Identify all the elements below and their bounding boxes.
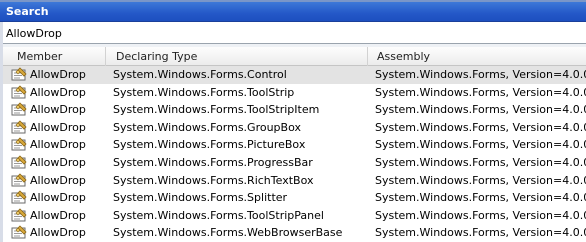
assembly-cell: System.Windows.Forms, Version=4.0.0.0, C [375, 103, 586, 117]
property-icon [11, 172, 28, 188]
result-row[interactable]: AllowDrop System.Windows.Forms.RichTextBo… [3, 172, 586, 190]
assembly-cell: System.Windows.Forms, Version=4.0.0.0, C [375, 155, 586, 169]
assembly-cell: System.Windows.Forms, Version=4.0.0.0, C [375, 191, 586, 205]
property-icon [11, 137, 28, 152]
member-cell: AllowDrop [30, 155, 86, 169]
member-cell: AllowDrop [30, 191, 86, 205]
declaring-type-cell: System.Windows.Forms.ToolStripPanel [113, 208, 324, 222]
assembly-cell: System.Windows.Forms, Version=4.0.0.0, C [375, 226, 586, 240]
assembly-cell: System.Windows.Forms, Version=4.0.0.0, C [375, 120, 586, 134]
property-icon [11, 85, 28, 100]
search-box[interactable] [3, 22, 586, 44]
member-cell: AllowDrop [30, 173, 86, 187]
declaring-type-cell: System.Windows.Forms.ToolStripItem [113, 103, 320, 117]
declaring-type-cell: System.Windows.Forms.RichTextBox [113, 173, 314, 187]
column-header-assembly[interactable]: Assembly [368, 47, 586, 66]
declaring-type-cell: System.Windows.Forms.ProgressBar [113, 155, 313, 169]
result-row[interactable]: AllowDrop System.Windows.Forms.WebBrowser… [3, 224, 586, 242]
declaring-type-cell: System.Windows.Forms.PictureBox [113, 138, 306, 152]
result-row[interactable]: AllowDrop System.Windows.Forms.ToolStripP… [3, 207, 586, 225]
property-icon [11, 208, 28, 223]
result-row[interactable]: AllowDrop System.Windows.Forms.Splitter Sy… [3, 189, 586, 207]
results-header: Member Declaring Type Assembly [3, 47, 586, 66]
assembly-cell: System.Windows.Forms, Version=4.0.0.0, C [375, 85, 586, 99]
property-icon [11, 67, 28, 82]
property-icon [11, 120, 28, 135]
member-cell: AllowDrop [30, 208, 86, 222]
assembly-cell: System.Windows.Forms, Version=4.0.0.0, C [375, 208, 586, 222]
property-icon [11, 225, 28, 240]
declaring-type-cell: System.Windows.Forms.WebBrowserBase [113, 226, 343, 240]
results-list: AllowDrop System.Windows.Forms.Control Sys… [3, 66, 586, 242]
member-cell: AllowDrop [30, 68, 86, 81]
result-row[interactable]: AllowDrop System.Windows.Forms.Control Sys… [3, 66, 586, 84]
property-icon [11, 155, 28, 170]
assembly-cell: System.Windows.Forms, Version=4.0.0.0, C [375, 68, 586, 81]
property-icon [11, 190, 28, 205]
column-header-member[interactable]: Member [3, 47, 106, 66]
result-row[interactable]: AllowDrop System.Windows.Forms.ProgressBa… [3, 154, 586, 172]
member-cell: AllowDrop [30, 138, 86, 152]
member-cell: AllowDrop [30, 85, 86, 99]
result-row[interactable]: AllowDrop System.Windows.Forms.ToolStrip S… [3, 84, 586, 102]
result-row[interactable]: AllowDrop System.Windows.Forms.ToolStripI… [3, 101, 586, 119]
result-row[interactable]: AllowDrop System.Windows.Forms.GroupBox Sy… [3, 119, 586, 137]
window-title: Search [0, 2, 586, 22]
member-cell: AllowDrop [30, 120, 86, 134]
member-cell: AllowDrop [30, 103, 86, 117]
assembly-cell: System.Windows.Forms, Version=4.0.0.0, C [375, 138, 586, 152]
member-cell: AllowDrop [30, 226, 86, 240]
declaring-type-cell: System.Windows.Forms.ToolStrip [113, 85, 295, 99]
assembly-cell: System.Windows.Forms, Version=4.0.0.0, C [375, 173, 586, 187]
property-icon [11, 102, 28, 117]
search-input[interactable] [6, 25, 581, 41]
result-row[interactable]: AllowDrop System.Windows.Forms.PictureBox… [3, 136, 586, 154]
declaring-type-cell: System.Windows.Forms.Splitter [113, 191, 288, 205]
column-header-declaring-type[interactable]: Declaring Type [106, 47, 368, 66]
declaring-type-cell: System.Windows.Forms.Control [113, 68, 287, 81]
declaring-type-cell: System.Windows.Forms.GroupBox [113, 120, 301, 134]
